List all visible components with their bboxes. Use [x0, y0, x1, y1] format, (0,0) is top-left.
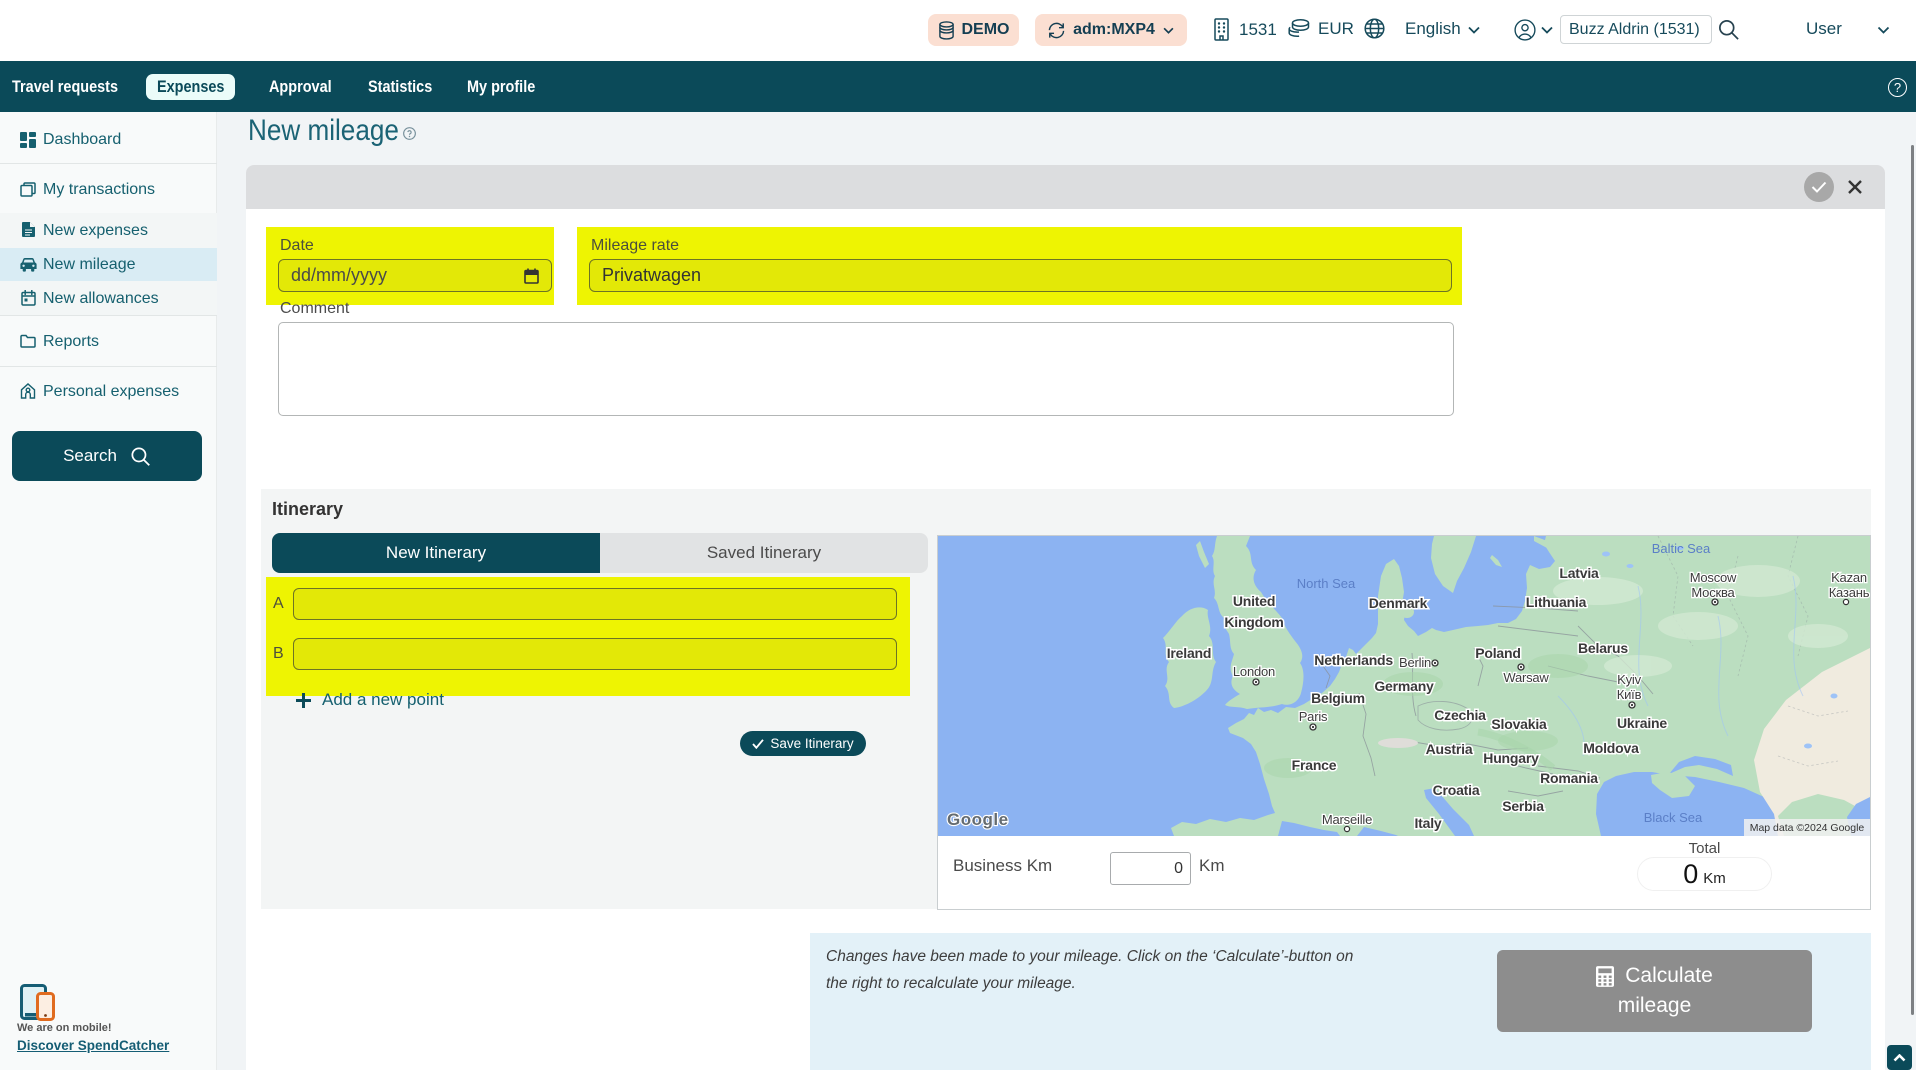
svg-text:Slovakia: Slovakia — [1491, 716, 1547, 732]
svg-text:Netherlands: Netherlands — [1314, 652, 1393, 668]
svg-text:Ireland: Ireland — [1167, 645, 1212, 661]
svg-text:Belgium: Belgium — [1311, 690, 1365, 706]
svg-text:Hungary: Hungary — [1483, 750, 1539, 766]
svg-text:Black Sea: Black Sea — [1644, 810, 1703, 825]
svg-text:Belarus: Belarus — [1578, 640, 1628, 656]
svg-text:Paris: Paris — [1299, 709, 1328, 724]
svg-text:Romania: Romania — [1540, 770, 1598, 786]
svg-text:Google: Google — [947, 810, 1009, 829]
svg-text:Moldova: Moldova — [1583, 740, 1639, 756]
svg-text:Croatia: Croatia — [1433, 782, 1480, 798]
svg-text:Kazan: Kazan — [1831, 570, 1867, 585]
svg-text:Serbia: Serbia — [1502, 798, 1544, 814]
svg-text:Ukraine: Ukraine — [1617, 715, 1667, 731]
svg-text:Poland: Poland — [1475, 645, 1520, 661]
svg-text:Berlin: Berlin — [1399, 655, 1431, 670]
svg-text:Map data ©2024 Google: Map data ©2024 Google — [1750, 822, 1865, 834]
svg-text:United: United — [1233, 593, 1275, 609]
svg-text:Baltic Sea: Baltic Sea — [1652, 541, 1711, 556]
svg-text:Marseille: Marseille — [1322, 812, 1372, 827]
svg-text:Kyiv: Kyiv — [1617, 672, 1641, 687]
svg-text:Latvia: Latvia — [1559, 565, 1599, 581]
svg-text:Москва: Москва — [1691, 585, 1735, 600]
svg-text:Denmark: Denmark — [1369, 595, 1428, 611]
svg-text:Austria: Austria — [1426, 741, 1473, 757]
svg-text:Italy: Italy — [1414, 815, 1441, 831]
svg-text:London: London — [1233, 664, 1275, 679]
svg-text:Czechia: Czechia — [1434, 707, 1486, 723]
svg-text:Kingdom: Kingdom — [1224, 614, 1283, 630]
svg-text:France: France — [1292, 757, 1337, 773]
svg-text:Казань: Казань — [1829, 585, 1870, 600]
svg-text:Lithuania: Lithuania — [1526, 594, 1587, 610]
svg-text:Warsaw: Warsaw — [1503, 670, 1549, 685]
svg-text:North Sea: North Sea — [1297, 576, 1356, 591]
svg-text:Moscow: Moscow — [1690, 570, 1737, 585]
svg-text:Germany: Germany — [1374, 678, 1434, 694]
svg-text:Київ: Київ — [1617, 687, 1642, 702]
